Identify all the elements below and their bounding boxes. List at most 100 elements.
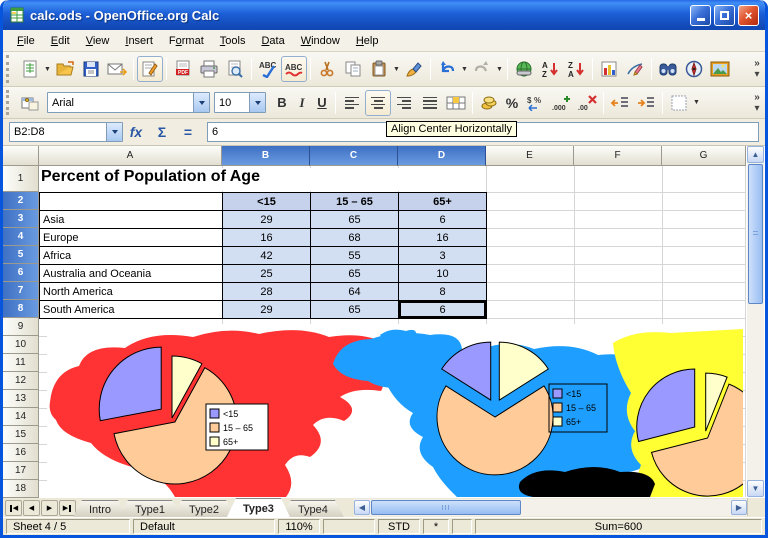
sort-ascending-button[interactable]: AZ: [537, 56, 563, 82]
new-document-button[interactable]: [17, 56, 43, 82]
status-page-style[interactable]: Default: [133, 519, 275, 534]
menu-tools[interactable]: Tools: [212, 32, 254, 50]
navigator-button[interactable]: [681, 56, 707, 82]
standard-format-button[interactable]: $%: [522, 90, 548, 116]
chart-object[interactable]: <1515 – 6565+<1515 – 6565+: [47, 324, 743, 497]
column-header-f[interactable]: F: [574, 146, 662, 166]
sheet-tab-intro[interactable]: Intro: [73, 500, 127, 517]
save-button[interactable]: [78, 56, 104, 82]
menu-view[interactable]: View: [78, 32, 118, 50]
row-header-10[interactable]: 10: [3, 336, 39, 354]
sheet-tab-type1[interactable]: Type1: [119, 500, 181, 517]
menu-data[interactable]: Data: [253, 32, 292, 50]
cell-value[interactable]: 28: [223, 283, 311, 301]
next-sheet-button[interactable]: ▶: [41, 500, 58, 516]
show-draw-functions-button[interactable]: [622, 56, 648, 82]
menu-insert[interactable]: Insert: [117, 32, 161, 50]
row-header-14[interactable]: 14: [3, 408, 39, 426]
menu-help[interactable]: Help: [348, 32, 387, 50]
bold-button[interactable]: B: [272, 90, 292, 116]
row-header-16[interactable]: 16: [3, 444, 39, 462]
row-header-2[interactable]: 2: [3, 192, 39, 210]
cell-value[interactable]: 64: [311, 283, 399, 301]
last-sheet-button[interactable]: ▶: [59, 500, 76, 516]
column-header-c[interactable]: C: [310, 146, 398, 166]
data-table[interactable]: <1515 – 6565+Asia29656Europe166816Africa…: [39, 192, 487, 319]
cell-header-c2[interactable]: 15 – 65: [311, 193, 399, 211]
paste-dropdown[interactable]: ▼: [392, 56, 401, 82]
status-zoom-level[interactable]: 110%: [278, 519, 320, 534]
title-bar[interactable]: calc.ods - OpenOffice.org Calc ×: [3, 0, 765, 30]
sum-button[interactable]: Σ: [149, 124, 175, 140]
paste-button[interactable]: [366, 56, 392, 82]
function-wizard-button[interactable]: fx: [123, 124, 149, 140]
cell-row-label[interactable]: Europe: [40, 229, 223, 247]
format-paintbrush-button[interactable]: [401, 56, 427, 82]
function-equals-button[interactable]: =: [175, 124, 201, 140]
row-header-18[interactable]: 18: [3, 480, 39, 498]
cell-d8-active[interactable]: 6: [399, 301, 487, 319]
sheet-tab-type2[interactable]: Type2: [173, 500, 235, 517]
sheet-tab-type3[interactable]: Type3: [227, 498, 290, 517]
row-header-17[interactable]: 17: [3, 462, 39, 480]
first-sheet-button[interactable]: ◀: [5, 500, 22, 516]
status-modified-flag[interactable]: *: [423, 519, 449, 534]
align-left-button[interactable]: [339, 90, 365, 116]
italic-button[interactable]: I: [292, 90, 312, 116]
cell-value[interactable]: 65: [311, 301, 399, 319]
print-button[interactable]: [196, 56, 222, 82]
column-header-d[interactable]: D: [398, 146, 486, 166]
row-header-9[interactable]: 9: [3, 318, 39, 336]
cell-value[interactable]: 29: [223, 211, 311, 229]
page-preview-button[interactable]: [222, 56, 248, 82]
redo-button[interactable]: [469, 56, 495, 82]
select-all-corner[interactable]: [3, 146, 39, 166]
row-header-11[interactable]: 11: [3, 354, 39, 372]
cell-row-label[interactable]: South America: [40, 301, 223, 319]
cell-value[interactable]: 29: [223, 301, 311, 319]
scroll-up-button[interactable]: ▲: [747, 146, 764, 163]
row-header-6[interactable]: 6: [3, 264, 39, 282]
maximize-button[interactable]: [714, 5, 735, 26]
gallery-button[interactable]: [707, 56, 733, 82]
column-header-b[interactable]: B: [222, 146, 310, 166]
row-header-15[interactable]: 15: [3, 426, 39, 444]
row-header-12[interactable]: 12: [3, 372, 39, 390]
horizontal-scrollbar[interactable]: ◀ ▶: [354, 499, 747, 516]
font-size-dropdown[interactable]: [249, 93, 265, 112]
delete-decimal-button[interactable]: .00: [574, 90, 600, 116]
insert-chart-button[interactable]: [596, 56, 622, 82]
cell-row-label[interactable]: North America: [40, 283, 223, 301]
sort-descending-button[interactable]: ZA: [563, 56, 589, 82]
merge-cells-button[interactable]: [443, 90, 469, 116]
open-button[interactable]: [52, 56, 78, 82]
scroll-left-button[interactable]: ◀: [354, 500, 370, 515]
cell-grid[interactable]: Percent of Population of Age <1515 – 656…: [39, 166, 746, 497]
borders-button[interactable]: [666, 90, 692, 116]
hyperlink-button[interactable]: [511, 56, 537, 82]
cell-a1-title[interactable]: Percent of Population of Age: [41, 168, 471, 191]
font-size-combo[interactable]: 10: [214, 92, 266, 113]
cell-value[interactable]: 42: [223, 247, 311, 265]
cell-row-label[interactable]: Asia: [40, 211, 223, 229]
cell-value[interactable]: 6: [399, 211, 487, 229]
toolbar-overflow-button[interactable]: »▾: [749, 88, 765, 118]
cell-value[interactable]: 8: [399, 283, 487, 301]
toolbar-grip[interactable]: [6, 90, 13, 115]
find-replace-button[interactable]: [655, 56, 681, 82]
cell-value[interactable]: 3: [399, 247, 487, 265]
currency-format-button[interactable]: [476, 90, 502, 116]
vertical-scrollbar[interactable]: ▲ ▼: [747, 146, 764, 497]
cell-row-label[interactable]: Australia and Oceania: [40, 265, 223, 283]
align-center-button[interactable]: [365, 90, 391, 116]
vertical-scroll-thumb[interactable]: [748, 164, 763, 304]
edit-file-button[interactable]: [137, 56, 163, 82]
name-box[interactable]: B2:D8: [9, 122, 123, 142]
cell-row-label[interactable]: Africa: [40, 247, 223, 265]
sheet-tab-type4[interactable]: Type4: [282, 500, 344, 517]
minimize-button[interactable]: [690, 5, 711, 26]
column-header-e[interactable]: E: [486, 146, 574, 166]
decrease-indent-button[interactable]: [607, 90, 633, 116]
cell-value[interactable]: 55: [311, 247, 399, 265]
cell-value[interactable]: 25: [223, 265, 311, 283]
